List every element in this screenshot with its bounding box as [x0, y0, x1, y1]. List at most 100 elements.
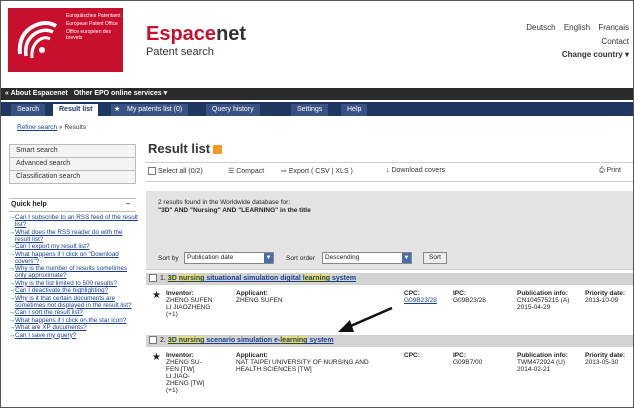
ipc-label: IPC:: [453, 352, 466, 359]
title-text: scenario simulation e-: [204, 337, 281, 344]
help-link[interactable]: → What happens if I click on the star ico…: [9, 317, 138, 324]
help-link[interactable]: → Can I deactivate the highlighting?: [9, 287, 138, 294]
help-link[interactable]: → Can I export my result list?: [9, 243, 138, 250]
cpc-col: CPC: G09B23/28: [404, 290, 437, 304]
change-country-menu[interactable]: Change country ▾: [562, 50, 629, 59]
other-services-menu[interactable]: Other EPO online services ▾: [74, 90, 167, 97]
help-link[interactable]: → Can I sort the result list?: [9, 309, 138, 316]
cpc-link[interactable]: G09B23/28: [404, 297, 437, 304]
ipc-col: IPC: G09B23/28: [453, 290, 486, 304]
rss-icon[interactable]: [213, 145, 223, 155]
tab-help[interactable]: Help: [341, 104, 368, 116]
cpc-label: CPC:: [404, 352, 420, 359]
sort-button[interactable]: Sort: [423, 252, 447, 264]
inventor-name: ZHENG [TW]: [166, 380, 205, 387]
highlighted-term: nursing: [178, 337, 205, 344]
arrow-icon: →: [9, 279, 16, 287]
help-link[interactable]: → Why is it that certain documents are so…: [9, 295, 138, 309]
sort-by-label: Sort by: [158, 255, 179, 262]
lang-francais[interactable]: Français: [598, 23, 629, 32]
publication-col: Publication info: CN104575215 (A) 2015-0…: [517, 290, 569, 311]
result-checkbox[interactable]: [149, 274, 157, 283]
publication-number: TWM472924 (U): [517, 359, 566, 366]
help-link[interactable]: → Can I save my query?: [9, 332, 138, 339]
result-number: 2.: [160, 337, 166, 344]
help-link[interactable]: → What are XP documents?: [9, 324, 138, 331]
sidebar-item-advanced-search[interactable]: Advanced search: [9, 158, 136, 171]
compact-button[interactable]: ☰ Compact: [228, 167, 264, 175]
download-icon: ↓: [386, 167, 390, 174]
tab-my-patents[interactable]: ★ My patents list (0): [111, 104, 189, 116]
cpc-label: CPC:: [404, 290, 420, 297]
brand-espace: Espace: [146, 23, 217, 45]
result-row: ★ Inventor: ZHENG SU- FEN [TW] LI JIAO- …: [146, 352, 633, 402]
result-title-link[interactable]: 3D nursing scenario simulation e-learnin…: [167, 337, 334, 344]
tab-settings[interactable]: Settings: [291, 104, 329, 116]
lang-english[interactable]: English: [564, 23, 590, 32]
checkbox-icon: [148, 167, 156, 175]
logo-line-de: Europäisches Patentamt: [66, 13, 121, 19]
page-title-text: Result list: [148, 141, 211, 156]
publication-label: Publication info:: [517, 290, 568, 297]
top-nav: « About Espacenet Other EPO online servi…: [1, 88, 633, 100]
printer-icon: ⎙: [599, 167, 605, 174]
contact-link[interactable]: Contact: [601, 37, 629, 46]
ipc-col: IPC: G09B7/00: [453, 352, 482, 366]
inventor-name: ZHENG SUFEN: [166, 297, 213, 304]
help-link[interactable]: → What happens if I click on "Download co…: [9, 251, 138, 265]
help-link[interactable]: → What does the RSS reader do with the re…: [9, 229, 138, 243]
publication-number: CN104575215 (A): [517, 297, 570, 304]
quick-help-list: → Can I subscribe to an RSS feed of the r…: [9, 212, 138, 339]
sort-order-label: Sort order: [286, 255, 315, 262]
applicant-col: Applicant: ZHENG SUFEN: [236, 290, 283, 304]
arrow-icon: →: [9, 287, 16, 294]
arrow-icon: →: [9, 309, 16, 316]
sidebar-item-classification-search[interactable]: Classification search: [9, 171, 136, 184]
quick-help-header[interactable]: Quick help –: [9, 198, 136, 212]
star-icon[interactable]: ★: [152, 291, 161, 301]
title-text: situational simulation digital: [204, 275, 303, 282]
collapse-icon[interactable]: –: [126, 199, 130, 211]
epo-logo[interactable]: Europäisches Patentamt European Patent O…: [8, 8, 123, 72]
brand[interactable]: Espacenet Patent search: [146, 23, 246, 58]
lang-deutsch[interactable]: Deutsch: [526, 23, 555, 32]
tab-result-list[interactable]: Result list: [53, 104, 99, 116]
arrow-icon: →: [9, 331, 16, 339]
about-espacenet-link[interactable]: « About Espacenet: [5, 90, 68, 97]
help-link[interactable]: → Why is the number of results sometimes …: [9, 265, 138, 279]
highlighted-term: learning: [302, 275, 331, 282]
inventor-col: Inventor: ZHENG SUFEN LI JIAOZHENG (+1): [166, 290, 213, 318]
annotation-arrow-icon: [338, 306, 393, 332]
print-button[interactable]: ⎙ Print: [599, 167, 621, 175]
quick-help-title: Quick help: [11, 201, 47, 208]
arrow-icon: →: [9, 250, 16, 258]
applicant-name: NAT TAIPEI UNIVERSITY OF NURSING AND: [236, 359, 369, 366]
select-all-checkbox[interactable]: Select all (0/2): [148, 167, 203, 175]
chevron-down-icon: ▼: [264, 253, 273, 263]
result-title-link[interactable]: 3D nursing situational simulation digita…: [167, 275, 356, 282]
star-icon[interactable]: ★: [152, 353, 161, 363]
tab-query-history[interactable]: Query history: [206, 104, 260, 116]
result-checkbox[interactable]: [149, 336, 157, 345]
sidebar-item-smart-search[interactable]: Smart search: [9, 144, 136, 158]
priority-date: 2013-10-09: [585, 297, 619, 304]
logo-line-en: European Patent Office: [66, 21, 118, 27]
brand-subtitle: Patent search: [146, 46, 214, 58]
download-covers-button[interactable]: ↓ Download covers: [386, 167, 445, 174]
breadcrumb-current: Results: [64, 124, 87, 131]
help-link[interactable]: → Why is the list limited to 500 results?: [9, 280, 138, 287]
inventor-name: ZHENG SU-: [166, 359, 202, 366]
tab-search[interactable]: Search: [11, 104, 46, 116]
refine-search-link[interactable]: Refine search: [17, 124, 57, 131]
result-number: 1.: [160, 275, 166, 282]
inventor-name: FEN [TW]: [166, 366, 195, 373]
breadcrumb: Refine search » Results: [17, 124, 86, 131]
applicant-col: Applicant: NAT TAIPEI UNIVERSITY OF NURS…: [236, 352, 369, 373]
inventor-name: LI JIAO-: [166, 373, 190, 380]
highlighted-term: nursing: [178, 275, 205, 282]
export-button[interactable]: ⇨ Export ( CSV | XLS ): [281, 167, 353, 175]
help-link[interactable]: → Can I subscribe to an RSS feed of the r…: [9, 214, 138, 228]
priority-date: 2013-05-30: [585, 359, 619, 366]
sort-by-select[interactable]: Publication date ▼: [184, 252, 274, 264]
sort-order-select[interactable]: Descending ▼: [322, 252, 412, 264]
